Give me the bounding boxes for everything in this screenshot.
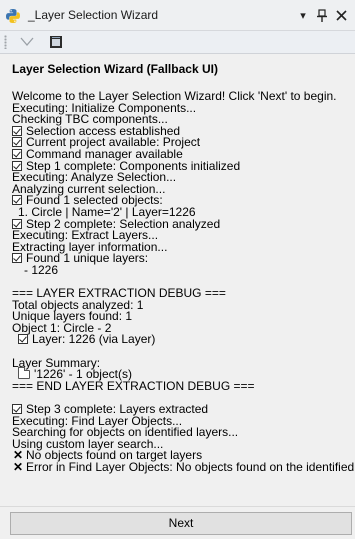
- checkbox-checked-icon: [12, 253, 22, 264]
- checkbox-checked-icon: [12, 160, 22, 171]
- window-menu-icon[interactable]: ▾: [295, 8, 311, 24]
- log-line-text: - 1226: [24, 262, 59, 277]
- error-x-icon: ✕: [12, 460, 24, 474]
- log-line-text: === END LAYER EXTRACTION DEBUG ===: [12, 378, 255, 393]
- close-icon[interactable]: [336, 10, 347, 21]
- checkbox-checked-icon: [18, 334, 28, 345]
- output-log: Welcome to the Layer Selection Wizard! C…: [12, 90, 355, 474]
- window-title: _Layer Selection Wizard: [28, 8, 159, 22]
- log-line: Found 1 unique layers:: [12, 252, 355, 265]
- log-line: ✕ Error in Find Layer Objects: No objects…: [12, 460, 355, 474]
- log-line-text: Layer: 1226 (via Layer): [32, 332, 156, 347]
- checkbox-checked-icon: [12, 125, 22, 136]
- log-line: === END LAYER EXTRACTION DEBUG ===: [12, 378, 355, 393]
- pin-icon[interactable]: [316, 9, 328, 23]
- chevron-down-icon[interactable]: [18, 35, 36, 49]
- python-icon: [6, 9, 20, 23]
- toolbar: [0, 31, 355, 54]
- log-line: - 1226: [12, 262, 355, 277]
- title-bar: _Layer Selection Wizard ▾: [0, 0, 355, 31]
- checkbox-checked-icon: [12, 404, 22, 415]
- footer-divider: [0, 506, 355, 507]
- window-icon[interactable]: [48, 34, 64, 50]
- next-button[interactable]: Next: [10, 512, 352, 535]
- toolbar-grip[interactable]: [4, 35, 7, 49]
- wizard-content: Layer Selection Wizard (Fallback UI) Wel…: [0, 54, 355, 506]
- log-line-text: Error in Find Layer Objects: No objects …: [26, 460, 355, 474]
- checkbox-checked-icon: [12, 137, 22, 148]
- page-title: Layer Selection Wizard (Fallback UI): [12, 62, 218, 76]
- checkbox-checked-icon: [12, 148, 22, 159]
- checkbox-checked-icon: [12, 195, 22, 206]
- checkbox-checked-icon: [12, 218, 22, 229]
- log-line: Layer: 1226 (via Layer): [12, 332, 355, 347]
